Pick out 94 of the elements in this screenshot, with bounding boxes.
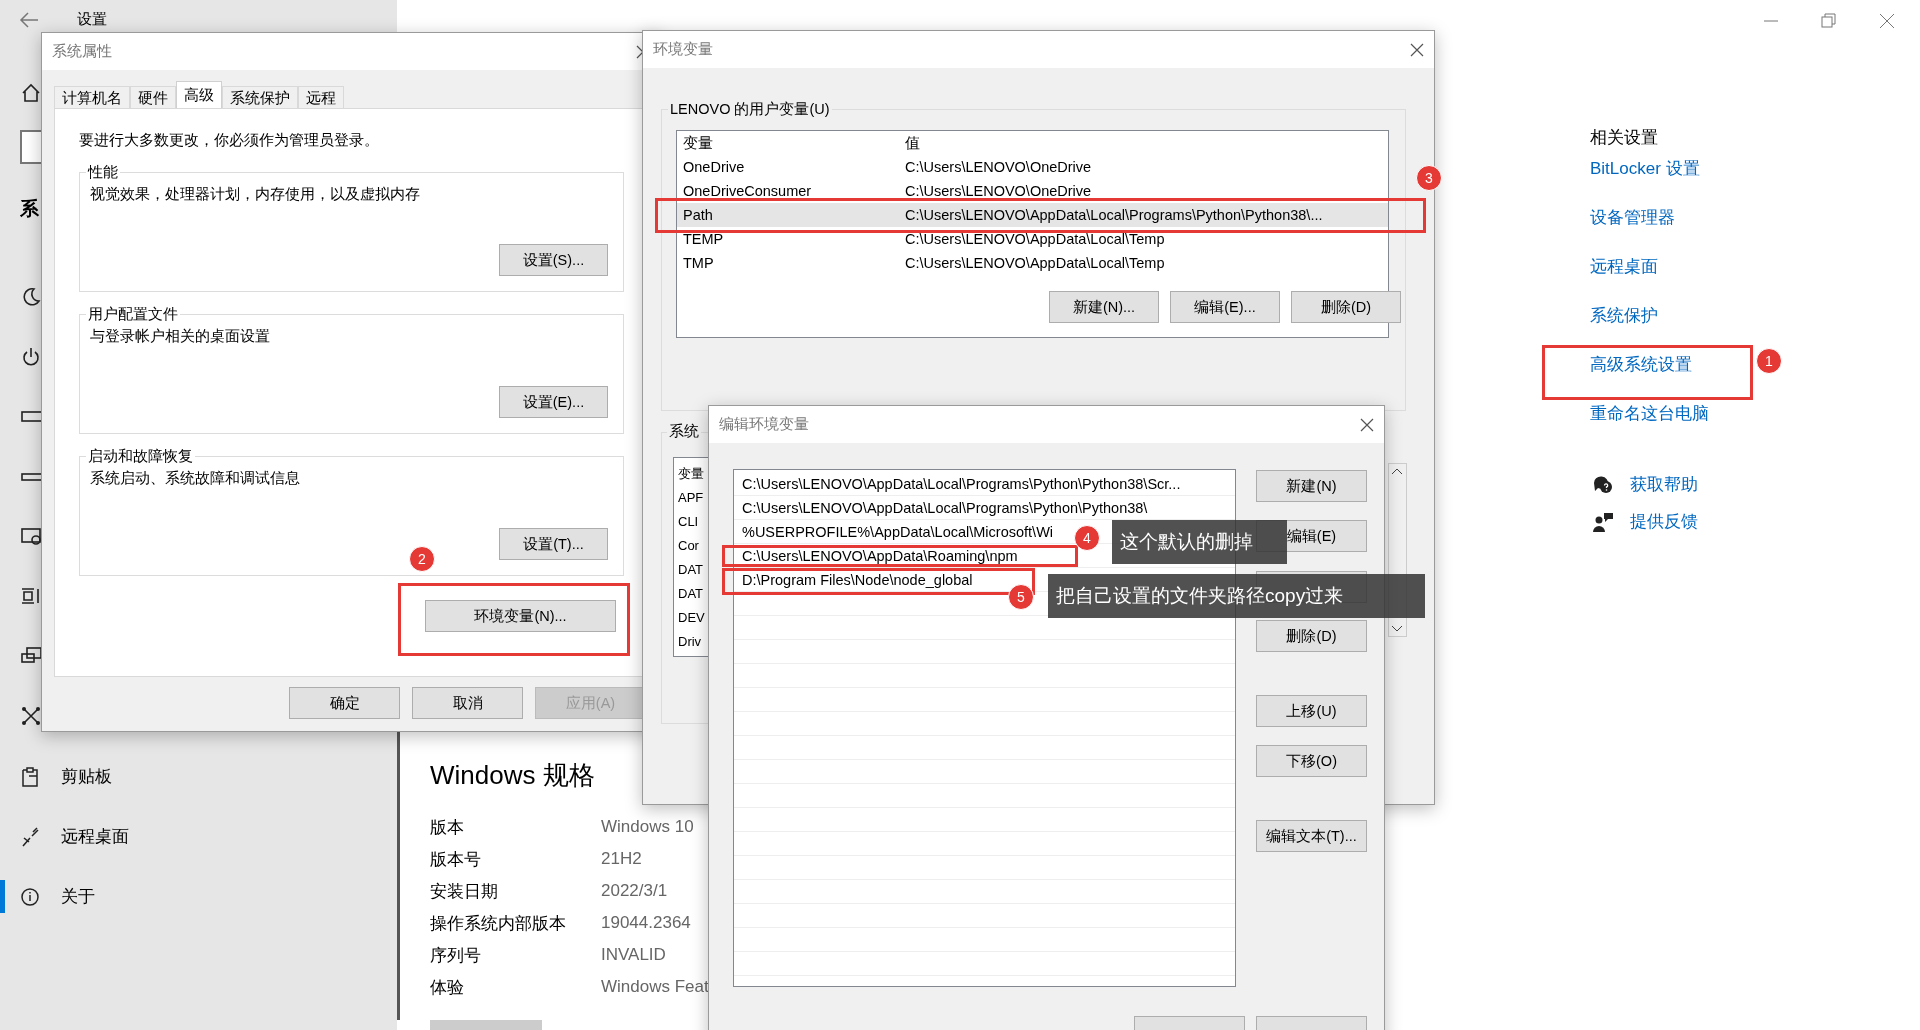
tablet-icon[interactable] xyxy=(20,525,42,547)
env-variables-button[interactable]: 环境变量(N)... xyxy=(425,600,616,632)
group-title: LENOVO 的用户变量(U) xyxy=(668,100,832,119)
settings-button[interactable]: 设置(E)... xyxy=(499,386,608,418)
variable-row[interactable]: Cor xyxy=(678,534,712,558)
close-icon[interactable] xyxy=(1410,42,1424,57)
variable-row[interactable]: TEMP C:\Users\LENOVO\AppData\Local\Temp xyxy=(677,227,1388,251)
spec-label: 操作系统内部版本 xyxy=(430,912,567,935)
spec-label: 版本号 xyxy=(430,848,482,871)
multitask-icon[interactable] xyxy=(20,585,42,607)
variable-row[interactable]: OneDrive C:\Users\LENOVO\OneDrive xyxy=(677,155,1388,179)
tab[interactable]: 硬件 xyxy=(130,86,176,108)
group-title: 用户配置文件 xyxy=(86,305,180,324)
dialog-button[interactable]: 删除(D) xyxy=(1256,620,1367,652)
spec-value: 21H2 xyxy=(601,849,642,869)
restore-icon[interactable] xyxy=(1820,12,1838,30)
network-icon[interactable] xyxy=(20,705,42,727)
dialog-button[interactable]: 删除(D) xyxy=(1291,291,1401,323)
variable-row[interactable]: Driv xyxy=(678,630,712,654)
section-heading: Windows 规格 xyxy=(430,759,596,792)
variable-row[interactable]: CLI xyxy=(678,510,712,534)
dialog-button[interactable]: 新建(N)... xyxy=(1049,291,1159,323)
dialog-button[interactable]: 确定 xyxy=(289,687,400,719)
step-badge: 1 xyxy=(1756,348,1782,374)
info-icon xyxy=(20,885,40,908)
window-title: 设置 xyxy=(77,10,107,29)
scroll-down-icon[interactable] xyxy=(1391,624,1403,634)
spec-value: INVALID xyxy=(601,945,666,965)
power-icon[interactable] xyxy=(20,346,42,368)
tab[interactable]: 高级 xyxy=(176,81,222,108)
feedback-person-icon xyxy=(1592,510,1614,533)
back-arrow-icon[interactable] xyxy=(18,10,40,30)
home-icon[interactable] xyxy=(20,82,42,104)
group-title: 性能 xyxy=(86,163,120,182)
dialog-button[interactable]: 上移(U) xyxy=(1256,695,1367,727)
spec-label: 序列号 xyxy=(430,944,482,967)
close-icon[interactable] xyxy=(1878,12,1896,30)
tab[interactable]: 计算机名 xyxy=(54,86,130,108)
scroll-up-icon[interactable] xyxy=(1391,466,1403,476)
nav-item[interactable]: 远程桌面 xyxy=(0,820,129,853)
settings-button[interactable]: 设置(S)... xyxy=(499,244,608,276)
spec-value: Windows 10 xyxy=(601,817,694,837)
spec-label: 版本 xyxy=(430,816,465,839)
group-description: 与登录帐户相关的桌面设置 xyxy=(90,328,270,344)
notice-text: 要进行大多数更改，你必须作为管理员登录。 xyxy=(79,131,380,150)
variable-row[interactable]: DAT xyxy=(678,582,712,606)
variable-row[interactable]: TMP C:\Users\LENOVO\AppData\Local\Temp xyxy=(677,251,1388,275)
settings-button[interactable]: 设置(T)... xyxy=(499,528,608,560)
dialog-button[interactable]: 新建(N) xyxy=(1256,470,1367,502)
dialog-title: 编辑环境变量 xyxy=(719,415,809,434)
help-link[interactable]: 提供反馈 xyxy=(1630,510,1698,533)
variable-row[interactable]: 变量 xyxy=(678,462,712,486)
dialog-title: 环境变量 xyxy=(653,40,713,59)
remote-desktop-icon xyxy=(20,825,40,848)
column-header[interactable]: 变量 xyxy=(677,133,905,153)
spec-value: 19044.2364 xyxy=(601,913,691,933)
close-icon[interactable] xyxy=(1360,417,1374,432)
nav-item[interactable]: 关于 xyxy=(0,880,129,913)
settings-link[interactable]: 重命名这台电脑 xyxy=(1590,402,1709,451)
clipboard-icon xyxy=(20,765,40,788)
nav-item[interactable]: 剪贴板 xyxy=(0,760,129,793)
dialog-button[interactable]: 编辑文本(T)... xyxy=(1256,820,1367,852)
tab[interactable]: 远程 xyxy=(298,86,344,108)
group-title: 系统 xyxy=(667,422,701,441)
section-heading: 相关设置 xyxy=(1590,127,1659,149)
settings-link[interactable]: 高级系统设置 xyxy=(1590,353,1709,402)
variable-row[interactable]: APF xyxy=(678,486,712,510)
help-link[interactable]: 获取帮助 xyxy=(1630,473,1698,496)
spec-label: 体验 xyxy=(430,976,465,999)
spec-value: Windows Feat xyxy=(601,977,709,997)
section-heading: 系 xyxy=(20,197,40,221)
path-entry[interactable]: C:\Users\LENOVO\AppData\Local\Programs\Python\Python38\Scr... xyxy=(734,472,1235,496)
callout-note: 这个默认的删掉 xyxy=(1112,520,1287,564)
variable-row[interactable]: DEV xyxy=(678,606,712,630)
settings-link[interactable]: 设备管理器 xyxy=(1590,206,1709,255)
settings-link[interactable]: 远程桌面 xyxy=(1590,255,1709,304)
column-header[interactable]: 值 xyxy=(905,133,920,153)
spec-label: 安装日期 xyxy=(430,880,499,903)
group-description: 视觉效果，处理器计划，内存使用，以及虚拟内存 xyxy=(90,186,420,202)
callout-note: 把自己设置的文件夹路径copy过来 xyxy=(1048,574,1425,618)
dialog-button[interactable]: 下移(O) xyxy=(1256,745,1367,777)
tab[interactable]: 系统保护 xyxy=(222,86,298,108)
settings-link[interactable]: 系统保护 xyxy=(1590,304,1709,353)
spec-value: 2022/3/1 xyxy=(601,881,668,901)
variable-row[interactable]: Path C:\Users\LENOVO\AppData\Local\Programs\Python\Python38\... xyxy=(677,203,1388,227)
settings-link[interactable]: BitLocker 设置 xyxy=(1590,157,1709,206)
dialog-title: 系统属性 xyxy=(52,42,112,61)
group-description: 系统启动、系统故障和调试信息 xyxy=(90,470,300,486)
variable-row[interactable]: DAT xyxy=(678,558,712,582)
dialog-button[interactable]: 取消 xyxy=(412,687,523,719)
dialog-button[interactable]: 编辑(E)... xyxy=(1170,291,1280,323)
variable-row[interactable]: OneDriveConsumer C:\Users\LENOVO\OneDrive xyxy=(677,179,1388,203)
moon-icon[interactable] xyxy=(20,286,42,308)
group-title: 启动和故障恢复 xyxy=(86,447,195,466)
